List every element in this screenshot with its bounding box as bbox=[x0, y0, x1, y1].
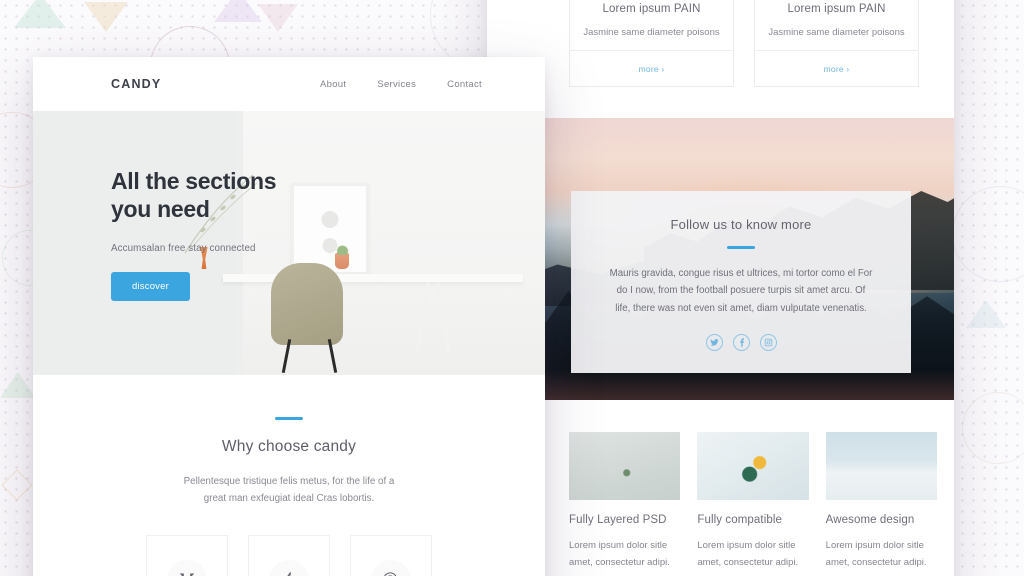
hero-section: All the sections you need Accumsalan fre… bbox=[33, 111, 545, 375]
nav-link-about[interactable]: About bbox=[320, 79, 346, 90]
background-triangle-shape bbox=[84, 2, 128, 32]
front-website-panel[interactable]: CANDY About Services Contact All the sec… bbox=[33, 57, 545, 576]
social-links bbox=[605, 334, 877, 352]
bottom-card-text-line: Lorem ipsum dolor sitle bbox=[825, 540, 924, 551]
hero-heading: All the sections you need bbox=[111, 167, 326, 223]
product-card-row: Lorem ipsum PAIN Jasmine same diameter p… bbox=[569, 0, 919, 87]
background-triangle-shape bbox=[966, 300, 1006, 328]
hero-subheading: Accumsalan free stay connected bbox=[111, 243, 256, 255]
bottom-card-text-line: Lorem ipsum dolor sitle bbox=[569, 540, 668, 551]
product-card-subtitle: Jasmine same diameter poisons bbox=[768, 27, 905, 38]
screenshot-stage: Lorem ipsum PAIN Jasmine same diameter p… bbox=[0, 0, 1024, 576]
bottom-card-title: Fully compatible bbox=[697, 514, 783, 526]
feature-icon-circle bbox=[167, 559, 207, 576]
site-navbar: CANDY About Services Contact bbox=[33, 57, 545, 111]
bottom-card[interactable]: Fully compatible Lorem ipsum dolor sitle… bbox=[697, 432, 809, 571]
back-website-panel[interactable]: Lorem ipsum PAIN Jasmine same diameter p… bbox=[487, 0, 954, 576]
bottom-card-text-line: Lorem ipsum dolor sitle bbox=[697, 540, 796, 551]
bottom-card[interactable]: Awesome design Lorem ipsum dolor sitle a… bbox=[825, 432, 937, 571]
background-circle-shape bbox=[962, 392, 1024, 464]
feature-card-row bbox=[33, 508, 545, 576]
product-card[interactable]: Lorem ipsum PAIN Jasmine same diameter p… bbox=[754, 0, 919, 87]
background-triangle-shape bbox=[214, 0, 262, 22]
bottom-card-text: Lorem ipsum dolor sitle amet, consectetu… bbox=[569, 538, 680, 571]
feature-card[interactable] bbox=[146, 534, 228, 576]
instagram-icon[interactable] bbox=[759, 334, 777, 352]
product-card[interactable]: Lorem ipsum PAIN Jasmine same diameter p… bbox=[569, 0, 734, 87]
bottom-card-text-line: amet, consectetur adipi. bbox=[569, 556, 670, 568]
feature-icon-circle bbox=[269, 559, 309, 576]
feature-icon-circle bbox=[371, 559, 411, 576]
hero-heading-line: you need bbox=[111, 196, 210, 223]
why-choose-body-line: great man exfeugiat ideal Cras lobortis. bbox=[203, 493, 375, 505]
feature-card[interactable] bbox=[248, 534, 330, 576]
desk-leg bbox=[435, 282, 451, 352]
desk-leg bbox=[415, 282, 431, 352]
foreground-rock bbox=[487, 370, 954, 400]
nav-links: About Services Contact bbox=[320, 79, 482, 90]
why-choose-title: Why choose candy bbox=[221, 437, 357, 455]
bottom-card-text: Lorem ipsum dolor sitle amet, consectetu… bbox=[826, 538, 937, 571]
bottom-card-title: Awesome design bbox=[825, 514, 915, 526]
accent-rule bbox=[275, 417, 303, 420]
target-cursor-icon bbox=[384, 572, 397, 576]
bottom-card[interactable]: Fully Layered PSD Lorem ipsum dolor sitl… bbox=[569, 432, 681, 571]
product-card-title: Lorem ipsum PAIN bbox=[787, 3, 886, 15]
bottom-card-text: Lorem ipsum dolor sitle amet, consectetu… bbox=[697, 538, 808, 571]
bottom-card-image bbox=[697, 432, 809, 500]
hero-heading-line: All the sections bbox=[111, 168, 277, 194]
bottom-card-image bbox=[569, 432, 681, 500]
follow-body-line: Mauris gravida, congue risus et ultrices… bbox=[609, 267, 873, 279]
product-card-title: Lorem ipsum PAIN bbox=[602, 3, 701, 15]
follow-us-card: Follow us to know more Mauris gravida, c… bbox=[571, 191, 911, 374]
discover-button[interactable]: discover bbox=[111, 272, 190, 302]
bottom-card-image bbox=[825, 432, 937, 500]
product-card-more-link[interactable]: more › bbox=[824, 64, 850, 74]
crossed-tools-icon bbox=[179, 573, 195, 576]
background-triangle-shape bbox=[258, 4, 298, 32]
facebook-icon[interactable] bbox=[732, 334, 750, 352]
follow-us-body: Mauris gravida, congue risus et ultrices… bbox=[605, 265, 877, 319]
bottom-card-row: Fully Layered PSD Lorem ipsum dolor sitl… bbox=[569, 432, 937, 571]
background-triangle-shape bbox=[14, 0, 66, 28]
plant-pot bbox=[335, 242, 349, 269]
nav-link-services[interactable]: Services bbox=[377, 79, 416, 90]
bottom-card-text-line: amet, consectetur adipi. bbox=[697, 556, 799, 568]
product-card-subtitle: Jasmine same diameter poisons bbox=[583, 27, 720, 38]
follow-us-title: Follow us to know more bbox=[670, 217, 812, 232]
why-choose-body: Pellentesque tristique felis metus, for … bbox=[33, 473, 545, 508]
feature-card[interactable] bbox=[350, 534, 432, 576]
product-card-more-link[interactable]: more › bbox=[639, 64, 665, 74]
bottom-card-title: Fully Layered PSD bbox=[569, 514, 667, 526]
bottom-card-text-line: amet, consectetur adipi. bbox=[825, 556, 927, 568]
background-triangle-shape bbox=[0, 372, 36, 398]
follow-body-line: do I now, from the football posuere turp… bbox=[616, 285, 866, 297]
hero-copy: All the sections you need Accumsalan fre… bbox=[111, 167, 326, 302]
nav-link-contact[interactable]: Contact bbox=[447, 79, 482, 90]
why-choose-body-line: Pellentesque tristique felis metus, for … bbox=[183, 475, 395, 487]
why-choose-section: Why choose candy Pellentesque tristique … bbox=[33, 375, 545, 576]
lightning-bolt-icon bbox=[287, 571, 292, 576]
follow-body-line: life, there was not even sit amet, diam … bbox=[615, 303, 867, 315]
twitter-icon[interactable] bbox=[705, 334, 723, 352]
site-logo[interactable]: CANDY bbox=[111, 77, 161, 91]
accent-rule bbox=[727, 246, 755, 249]
